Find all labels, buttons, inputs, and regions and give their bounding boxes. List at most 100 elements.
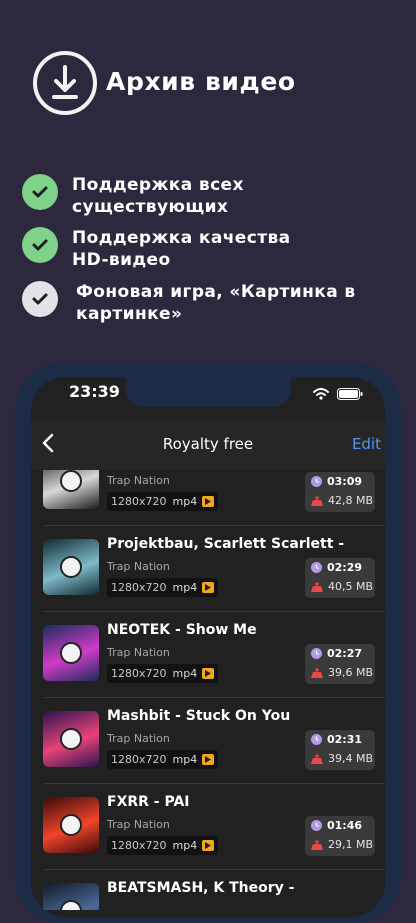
play-icon bbox=[202, 582, 215, 593]
play-icon bbox=[202, 496, 215, 507]
check-icon bbox=[22, 281, 58, 317]
video-row[interactable]: NEOTEK - Show Me Trap Nation 1280x720 mp4 02… bbox=[31, 612, 385, 698]
video-format: mp4 bbox=[172, 581, 198, 594]
clock-icon bbox=[311, 820, 322, 831]
feature-line: существующих bbox=[72, 197, 229, 217]
channel-logo-icon bbox=[60, 900, 82, 910]
video-channel: Trap Nation bbox=[107, 560, 170, 573]
video-stats: 03:09 42,8 MB bbox=[305, 472, 375, 512]
video-stats: 02:31 39,4 MB bbox=[305, 730, 375, 770]
video-size: 39,4 MB bbox=[328, 752, 374, 765]
video-row[interactable]: BEATSMASH, K Theory - bbox=[31, 870, 385, 910]
video-stats: 02:27 39,6 MB bbox=[305, 644, 375, 684]
play-icon bbox=[202, 840, 215, 851]
feature-text: Поддержка всех существующих bbox=[72, 174, 244, 218]
video-duration: 01:46 bbox=[327, 819, 363, 832]
feature-line: Поддержка всех bbox=[72, 175, 244, 195]
download-archive-icon bbox=[33, 51, 97, 115]
video-stats: 02:29 40,5 MB bbox=[305, 558, 375, 598]
video-title: Mashbit - Stuck On You bbox=[107, 708, 291, 724]
video-row[interactable]: Mashbit - Stuck On You Trap Nation 1280x72… bbox=[31, 698, 385, 784]
file-size-icon bbox=[311, 753, 323, 764]
video-resolution: 1280x720 bbox=[111, 839, 167, 852]
file-size-icon bbox=[311, 581, 323, 592]
video-title: BEATSMASH, K Theory - bbox=[107, 880, 295, 896]
edit-button[interactable]: Edit bbox=[352, 435, 381, 453]
feature-item: Фоновая игра, «Картинка в картинке» bbox=[22, 281, 356, 325]
feature-item: Поддержка качества HD-видео bbox=[22, 227, 290, 271]
status-time: 23:39 bbox=[69, 382, 120, 401]
video-format-badge: 1280x720 mp4 bbox=[107, 578, 219, 597]
video-thumbnail bbox=[43, 470, 99, 509]
battery-icon bbox=[337, 385, 363, 404]
video-row[interactable]: FXRR - PAI Trap Nation 1280x720 mp4 01:46 29,… bbox=[31, 784, 385, 870]
video-thumbnail bbox=[43, 883, 99, 910]
video-thumbnail bbox=[43, 711, 99, 767]
feature-line: Фоновая игра, «Картинка в bbox=[76, 282, 356, 302]
video-channel: Trap Nation bbox=[107, 818, 170, 831]
feature-line: Поддержка качества bbox=[72, 228, 291, 248]
wifi-icon bbox=[313, 385, 329, 404]
video-thumbnail bbox=[43, 797, 99, 853]
video-channel: Trap Nation bbox=[107, 474, 170, 487]
video-size: 42,8 MB bbox=[328, 494, 374, 507]
file-size-icon bbox=[311, 495, 323, 506]
video-format: mp4 bbox=[172, 839, 198, 852]
play-icon bbox=[202, 668, 215, 679]
play-icon bbox=[202, 754, 215, 765]
video-format-badge: 1280x720 mp4 bbox=[107, 750, 219, 769]
video-title: FXRR - PAI bbox=[107, 794, 190, 810]
check-icon bbox=[22, 227, 58, 263]
video-channel: Trap Nation bbox=[107, 646, 170, 659]
clock-icon bbox=[311, 562, 322, 573]
video-format: mp4 bbox=[172, 753, 198, 766]
video-resolution: 1280x720 bbox=[111, 495, 167, 508]
channel-logo-icon bbox=[60, 470, 82, 492]
video-duration: 02:31 bbox=[327, 733, 363, 746]
channel-logo-icon bbox=[60, 556, 82, 578]
video-size: 40,5 MB bbox=[328, 580, 374, 593]
video-format-badge: 1280x720 mp4 bbox=[107, 664, 219, 683]
clock-icon bbox=[311, 734, 322, 745]
feature-line: HD-видео bbox=[72, 250, 171, 270]
video-duration: 02:29 bbox=[327, 561, 363, 574]
clock-icon bbox=[311, 476, 322, 487]
feature-text: Поддержка качества HD-видео bbox=[72, 227, 290, 271]
status-icons bbox=[313, 385, 363, 404]
channel-logo-icon bbox=[60, 814, 82, 836]
video-resolution: 1280x720 bbox=[111, 667, 167, 680]
channel-logo-icon bbox=[60, 642, 82, 664]
video-duration: 03:09 bbox=[327, 475, 363, 488]
video-thumbnail bbox=[43, 625, 99, 681]
promo-title: Архив видео bbox=[106, 67, 296, 96]
video-format: mp4 bbox=[172, 495, 198, 508]
channel-logo-icon bbox=[60, 728, 82, 750]
feature-line: картинке» bbox=[76, 304, 183, 324]
video-resolution: 1280x720 bbox=[111, 753, 167, 766]
video-title: NEOTEK - Show Me bbox=[107, 622, 257, 638]
video-duration: 02:27 bbox=[327, 647, 363, 660]
video-format-badge: 1280x720 mp4 bbox=[107, 836, 219, 855]
nav-title: Royalty free bbox=[162, 435, 254, 453]
video-format: mp4 bbox=[172, 667, 198, 680]
video-size: 29,1 MB bbox=[328, 838, 374, 851]
video-thumbnail bbox=[43, 539, 99, 595]
phone-frame: 23:39 Royalty free Edit Trap Nation 1280… bbox=[15, 363, 401, 923]
video-row[interactable]: Projektbau, Scarlett Scarlett - Trap Nati… bbox=[31, 526, 385, 612]
clock-icon bbox=[311, 648, 322, 659]
phone-screen: 23:39 Royalty free Edit Trap Nation 1280… bbox=[31, 377, 385, 917]
video-list: Trap Nation 1280x720 mp4 03:09 42,8 MB Projek… bbox=[31, 470, 385, 910]
nav-bar: Royalty free Edit bbox=[31, 420, 385, 470]
feature-item: Поддержка всех существующих bbox=[22, 174, 244, 218]
check-icon bbox=[22, 174, 58, 210]
video-resolution: 1280x720 bbox=[111, 581, 167, 594]
file-size-icon bbox=[311, 839, 323, 850]
notch bbox=[126, 377, 291, 407]
file-size-icon bbox=[311, 667, 323, 678]
video-title: Projektbau, Scarlett Scarlett - bbox=[107, 536, 345, 552]
feature-text: Фоновая игра, «Картинка в картинке» bbox=[76, 281, 356, 325]
video-format-badge: 1280x720 mp4 bbox=[107, 492, 219, 511]
video-row[interactable]: Trap Nation 1280x720 mp4 03:09 42,8 MB bbox=[31, 470, 385, 526]
video-size: 39,6 MB bbox=[328, 666, 374, 679]
video-stats: 01:46 29,1 MB bbox=[305, 816, 375, 856]
